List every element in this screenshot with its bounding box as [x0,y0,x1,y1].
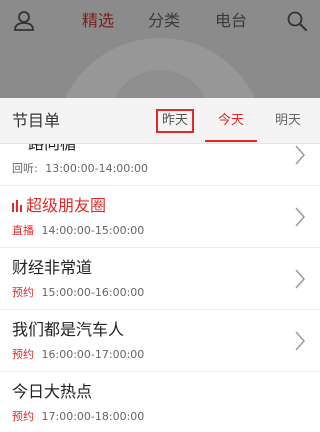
program-meta: 预约 17:00:00-18:00:00 [12,410,144,424]
program-name-text: 超级朋友圈 [26,196,107,215]
tab-radio[interactable]: 电台 [215,11,247,31]
program-name: 一路向楣 [12,144,76,154]
status-label: 回听: [12,162,38,175]
program-item[interactable]: 财经非常道 预约 15:00:00-16:00:00 [0,248,320,310]
program-item[interactable]: 今日大热点 预约 17:00:00-18:00:00 [0,372,320,432]
live-bars-icon [12,200,22,212]
status-label: 直播 [12,224,34,237]
program-list: 一路向楣 回听: 13:00:00-14:00:00 超级朋友圈 直播 14:0… [0,144,320,432]
chevron-right-icon[interactable] [294,330,306,352]
program-item[interactable]: 我们都是汽车人 预约 16:00:00-17:00:00 [0,310,320,372]
program-name: 今日大热点 [12,382,93,401]
status-label: 预约 [12,286,34,299]
program-time: 15:00:00-16:00:00 [41,286,145,299]
search-icon[interactable] [286,10,308,32]
program-time: 13:00:00-14:00:00 [45,162,148,175]
tab-tomorrow[interactable]: 明天 [268,112,308,130]
top-navigation: 精选 分类 电台 [0,0,320,42]
program-meta: 预约 15:00:00-16:00:00 [12,286,144,300]
schedule-panel: 节目单 昨天 今天 明天 一路向楣 回听: 13:00:00-14:00:00 … [0,98,320,432]
active-tab-indicator [205,140,257,142]
tab-featured[interactable]: 精选 [82,11,114,31]
program-name: 财经非常道 [12,258,93,277]
tab-today[interactable]: 今天 [212,112,250,130]
program-item[interactable]: 一路向楣 回听: 13:00:00-14:00:00 [0,144,320,186]
program-name: 我们都是汽车人 [12,320,125,339]
program-meta: 回听: 13:00:00-14:00:00 [12,162,148,176]
schedule-title: 节目单 [12,111,61,130]
program-name: 超级朋友圈 [12,196,106,216]
schedule-header: 节目单 昨天 今天 明天 [0,98,320,144]
chevron-right-icon[interactable] [294,206,306,228]
program-time: 16:00:00-17:00:00 [41,348,145,361]
chevron-right-icon[interactable] [294,144,306,166]
program-meta: 直播 14:00:00-15:00:00 [12,224,144,238]
status-label: 预约 [12,348,34,361]
program-item[interactable]: 超级朋友圈 直播 14:00:00-15:00:00 [0,186,320,248]
user-icon[interactable] [13,10,35,32]
program-time: 14:00:00-15:00:00 [41,224,145,237]
tab-categories[interactable]: 分类 [148,11,180,31]
tab-yesterday[interactable]: 昨天 [156,109,194,133]
chevron-right-icon[interactable] [294,268,306,290]
program-meta: 预约 16:00:00-17:00:00 [12,348,144,362]
status-label: 预约 [12,410,34,423]
program-time: 17:00:00-18:00:00 [41,410,145,423]
